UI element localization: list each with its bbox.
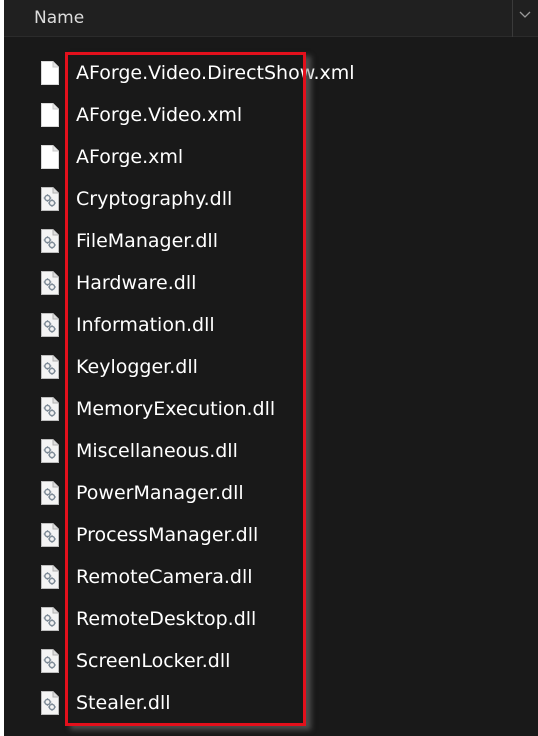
file-name: Information.dll [76, 314, 215, 336]
file-name: PowerManager.dll [76, 482, 244, 504]
dll-file-icon [41, 313, 59, 337]
file-row[interactable]: Information.dll [4, 306, 538, 348]
document-icon [41, 61, 59, 85]
file-name: RemoteDesktop.dll [76, 608, 257, 630]
dll-file-icon [41, 187, 59, 211]
file-row[interactable]: Cryptography.dll [4, 180, 538, 222]
file-name: RemoteCamera.dll [76, 566, 253, 588]
dll-file-icon [41, 271, 59, 295]
file-name: Hardware.dll [76, 272, 197, 294]
file-row[interactable]: Hardware.dll [4, 264, 538, 306]
file-name: MemoryExecution.dll [76, 398, 276, 420]
file-name: AForge.Video.xml [76, 104, 243, 126]
file-row[interactable]: Miscellaneous.dll [4, 432, 538, 474]
file-name: AForge.xml [76, 146, 184, 168]
document-icon [41, 145, 59, 169]
dll-file-icon [41, 691, 59, 715]
dll-file-icon [41, 355, 59, 379]
file-row[interactable]: ScreenLocker.dll [4, 642, 538, 684]
file-list: AForge.Video.DirectShow.xml AForge.Video… [4, 54, 538, 726]
file-row[interactable]: MemoryExecution.dll [4, 390, 538, 432]
file-row[interactable]: RemoteDesktop.dll [4, 600, 538, 642]
file-row[interactable]: PowerManager.dll [4, 474, 538, 516]
dll-file-icon [41, 607, 59, 631]
dll-file-icon [41, 229, 59, 253]
file-row[interactable]: Stealer.dll [4, 684, 538, 726]
file-name: Stealer.dll [76, 692, 171, 714]
dll-file-icon [41, 565, 59, 589]
file-row[interactable]: RemoteCamera.dll [4, 558, 538, 600]
dll-file-icon [41, 397, 59, 421]
column-divider[interactable] [512, 0, 513, 37]
dll-file-icon [41, 481, 59, 505]
document-icon [41, 103, 59, 127]
file-row[interactable]: ProcessManager.dll [4, 516, 538, 558]
file-row[interactable]: AForge.Video.xml [4, 96, 538, 138]
file-row[interactable]: AForge.xml [4, 138, 538, 180]
file-name: FileManager.dll [76, 230, 218, 252]
chevron-down-icon[interactable] [517, 6, 533, 22]
dll-file-icon [41, 649, 59, 673]
dll-file-icon [41, 439, 59, 463]
file-row[interactable]: Keylogger.dll [4, 348, 538, 390]
file-name: Miscellaneous.dll [76, 440, 238, 462]
file-row[interactable]: FileManager.dll [4, 222, 538, 264]
dll-file-icon [41, 523, 59, 547]
file-name: ScreenLocker.dll [76, 650, 231, 672]
file-explorer-pane: Name AForge.Video.DirectShow.xml AForge.… [4, 0, 538, 736]
file-row[interactable]: AForge.Video.DirectShow.xml [4, 54, 538, 96]
file-name: ProcessManager.dll [76, 524, 259, 546]
file-name: Keylogger.dll [76, 356, 198, 378]
name-column-header[interactable]: Name [34, 6, 84, 30]
column-header-bar: Name [4, 0, 538, 37]
file-name: Cryptography.dll [76, 188, 233, 210]
file-name: AForge.Video.DirectShow.xml [76, 62, 355, 84]
